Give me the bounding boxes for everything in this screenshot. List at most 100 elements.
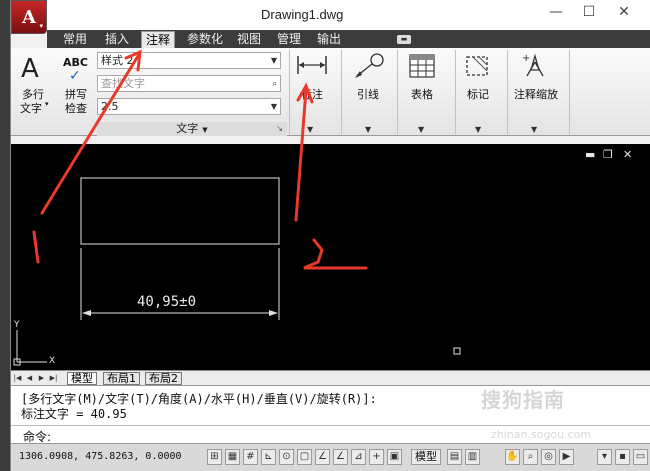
panel-separator [289, 50, 290, 134]
chevron-down-icon: ▼ [365, 125, 372, 134]
desktop-left-strip [0, 0, 10, 471]
pan-icon[interactable]: ✋ [505, 449, 520, 465]
last-tab-icon[interactable]: ▶| [49, 373, 58, 383]
quick-view-layouts-icon[interactable]: ▤ [447, 449, 462, 465]
cursor-coordinates: 1306.0908, 475.8263, 0.0000 [19, 451, 182, 462]
first-tab-icon[interactable]: |◀ [13, 373, 22, 383]
status-bar: 1306.0908, 475.8263, 0.0000 ⊞ ▦ # ⊾ ⊙ ▢ … [11, 443, 650, 471]
object-snap-tracking-icon[interactable]: ∠ [333, 449, 348, 465]
tab-insert[interactable]: 插入 [101, 31, 133, 48]
command-history-line: 标注文字 = 40.95 [21, 407, 127, 421]
grid-display-icon[interactable]: # [243, 449, 258, 465]
polar-tracking-icon[interactable]: ⊙ [279, 449, 294, 465]
tab-model[interactable]: 模型 [67, 372, 97, 385]
tab-layout1[interactable]: 布局1 [103, 372, 140, 385]
lineweight-icon[interactable]: ▣ [387, 449, 402, 465]
text-panel-title[interactable]: 文字 ▼ ↘ [97, 122, 287, 136]
checkmark-icon: ✓ [69, 68, 81, 84]
chevron-down-icon: ▼ [270, 102, 277, 111]
tab-parametric[interactable]: 参数化 [183, 31, 227, 48]
multiline-text-icon: A [21, 54, 39, 84]
panel-separator [507, 50, 508, 134]
watermark-subtext: zhinan.sogou.com [491, 428, 592, 441]
tab-output[interactable]: 输出 [313, 31, 345, 48]
annotation-scale-icon: + [522, 53, 544, 77]
text-height-value: 2.5 [101, 100, 119, 113]
snap-mode-icon[interactable]: ▦ [225, 449, 240, 465]
chevron-down-icon: ▼ [418, 125, 425, 134]
table-icon [409, 54, 435, 78]
chevron-down-icon: ▼ [475, 125, 482, 134]
tab-view[interactable]: 视图 [233, 31, 265, 48]
drawn-rectangle [80, 177, 280, 245]
text-style-select[interactable]: 样式 2 ▼ [97, 52, 281, 69]
dialog-launcher-icon[interactable]: ↘ [276, 122, 283, 136]
text-panel-label: 文字 [176, 122, 199, 135]
ucs-x-label: X [49, 356, 56, 366]
layout-tab-bar: |◀ ◀ ▶ ▶| 模型 布局1 布局2 [11, 370, 650, 385]
leader-icon [355, 53, 384, 78]
next-tab-icon[interactable]: ▶ [37, 373, 46, 383]
ribbon-tab-bar: 常用 插入 注释 参数化 视图 管理 输出 ▬ [47, 30, 650, 48]
find-text-input[interactable]: 查找文字 ⌕ [97, 75, 281, 92]
svg-text:+: + [522, 53, 530, 64]
annotation-scaling-label: 注释缩放 [514, 88, 558, 101]
table-label: 表格 [411, 88, 433, 101]
application-menu-button[interactable]: A ▾ [11, 0, 47, 34]
maximize-button[interactable]: ☐ [574, 4, 604, 24]
3d-object-snap-icon[interactable]: ∠ [315, 449, 330, 465]
drawing-geometry [13, 177, 461, 366]
window-title: Drawing1.dwg [261, 7, 344, 22]
dynamic-ucs-icon[interactable]: ⊿ [351, 449, 366, 465]
dimension-arrow-left [82, 310, 91, 316]
chevron-down-icon: ▼ [531, 125, 538, 134]
dimension-arrow-right [269, 310, 278, 316]
object-snap-icon[interactable]: ▢ [297, 449, 312, 465]
steering-wheel-icon[interactable]: ◎ [541, 449, 556, 465]
leader-label: 引线 [357, 88, 379, 101]
model-space-button[interactable]: 模型 [411, 449, 441, 465]
text-height-select[interactable]: 2.5 ▼ [97, 98, 281, 115]
autocad-logo-icon: A [22, 6, 36, 28]
panel-separator [397, 50, 398, 134]
prev-tab-icon[interactable]: ◀ [25, 373, 34, 383]
find-text-placeholder: 查找文字 [101, 77, 145, 90]
ribbon-panel: A 多行 文字 ▾ ABC ✓ 拼写 检查 样式 2 ▼ 查找文字 ⌕ 2.5 … [11, 48, 650, 136]
tab-home[interactable]: 常用 [59, 31, 91, 48]
chevron-down-icon: ▾ [45, 100, 49, 108]
drawing-canvas[interactable]: ▬ ❐ ✕ 40,95±0 Y X [11, 144, 650, 370]
showmotion-icon[interactable]: ▶ [559, 449, 574, 465]
chevron-down-icon: ▼ [270, 56, 277, 65]
minimize-button[interactable]: — [541, 4, 571, 24]
watermark: 搜狗指南 [481, 388, 565, 412]
dimension-text: 40,95±0 [137, 294, 197, 310]
markup-label: 标记 [467, 88, 489, 101]
text-style-value: 样式 2 [101, 54, 134, 67]
quick-view-drawings-icon[interactable]: ▥ [465, 449, 480, 465]
chevron-down-icon: ▼ [307, 125, 314, 134]
panel-separator [569, 50, 570, 134]
multiline-text-label-2: 文字 [20, 102, 42, 115]
title-bar: Drawing1.dwg — ☐ ✕ [11, 0, 650, 30]
ortho-mode-icon[interactable]: ⊾ [261, 449, 276, 465]
markup-icon [466, 56, 488, 76]
grip-point [453, 347, 461, 355]
clean-screen-icon[interactable]: ▭ [633, 449, 648, 465]
chevron-down-icon: ▼ [202, 126, 208, 134]
chevron-down-icon: ▾ [39, 22, 43, 30]
toolbar-lock-icon[interactable]: ▪ [615, 449, 630, 465]
tab-layout2[interactable]: 布局2 [145, 372, 182, 385]
search-icon[interactable]: ⌕ [273, 76, 277, 91]
workspace-icon[interactable]: ▾ [597, 449, 612, 465]
panel-separator [455, 50, 456, 134]
autocad-window: Drawing1.dwg — ☐ ✕ A ▾ 常用 插入 注释 参数化 视图 管… [10, 0, 650, 471]
panel-separator [341, 50, 342, 134]
dimension-icon [297, 56, 327, 74]
zoom-icon[interactable]: ⌕ [523, 449, 538, 465]
infer-constraints-icon[interactable]: ⊞ [207, 449, 222, 465]
tab-manage[interactable]: 管理 [273, 31, 305, 48]
more-tabs-icon[interactable]: ▬ [397, 35, 411, 44]
close-button[interactable]: ✕ [609, 4, 639, 24]
tab-annotate[interactable]: 注释 [141, 31, 176, 48]
dynamic-input-icon[interactable]: + [369, 449, 384, 465]
